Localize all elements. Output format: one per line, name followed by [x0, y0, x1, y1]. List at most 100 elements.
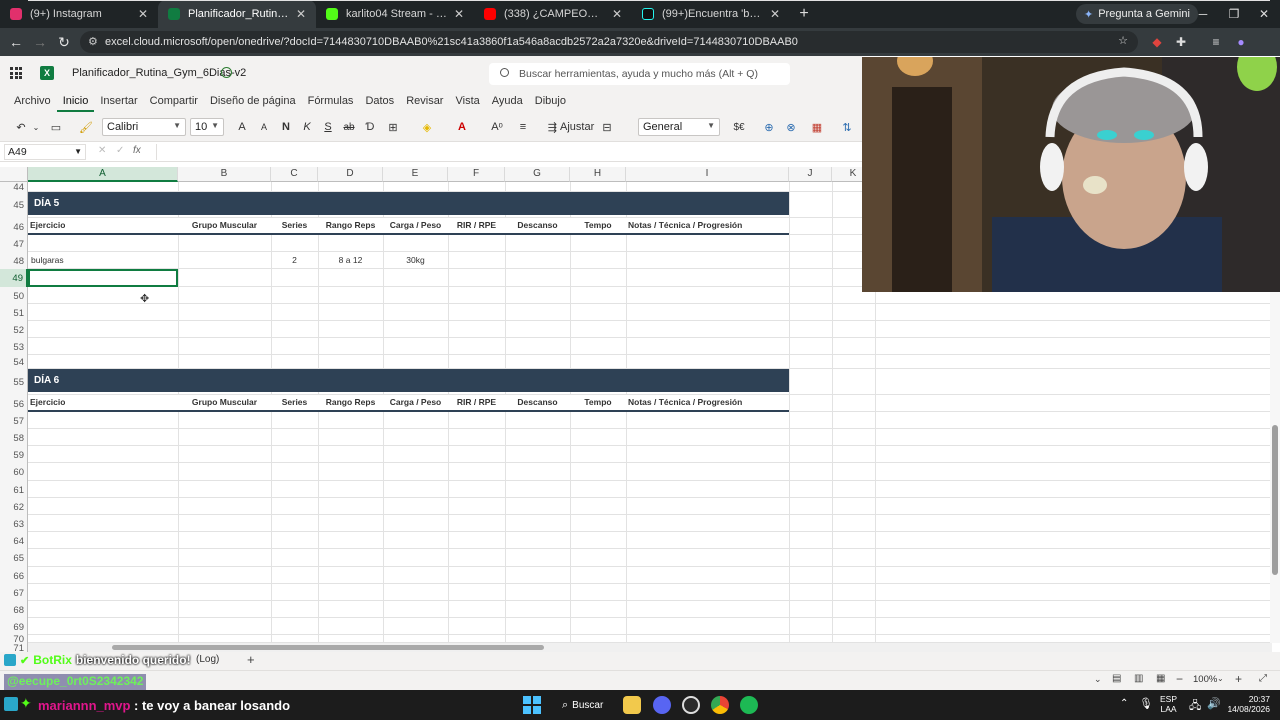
number-format-select[interactable]: General ▼ — [638, 118, 720, 136]
merge-cells-icon[interactable]: ⊟ — [600, 119, 614, 135]
spotify-icon[interactable] — [740, 696, 758, 714]
row-header-51[interactable]: 51 — [0, 304, 28, 321]
undo-icon[interactable]: ↶ — [14, 119, 28, 135]
align-icon[interactable]: ≡ — [516, 119, 530, 135]
column-header-a[interactable]: A — [28, 167, 178, 182]
day6-title[interactable]: DÍA 6 — [28, 369, 789, 392]
wrap-text-button[interactable]: ⇶ Ajustar — [547, 119, 595, 135]
row-header-48[interactable]: 48 — [0, 252, 28, 269]
cell-a48[interactable]: bulgaras — [31, 252, 64, 269]
row-header-45[interactable]: 45 — [0, 192, 28, 218]
header-grupo-muscular[interactable]: Grupo Muscular — [178, 395, 271, 410]
close-window-icon[interactable]: ✕ — [1248, 0, 1280, 28]
browser-tab-kick[interactable]: karlito04 Stream - Kick Dashbo ✕ — [316, 0, 474, 28]
row-header-61[interactable]: 61 — [0, 481, 28, 498]
fill-color-icon[interactable]: ◈ — [420, 119, 434, 135]
forward-icon[interactable]: → — [28, 30, 52, 54]
column-header-d[interactable]: D — [318, 167, 383, 182]
chevron-down-icon[interactable]: ⌄ — [1094, 674, 1102, 685]
obs-icon[interactable] — [682, 696, 700, 714]
cell-d48[interactable]: 8 a 12 — [318, 252, 383, 269]
add-sheet-button[interactable]: + — [247, 652, 255, 667]
column-header-g[interactable]: G — [505, 167, 570, 182]
sort-filter-icon[interactable]: ⇅ — [840, 119, 854, 135]
strikethrough-button[interactable]: ab — [342, 119, 356, 135]
file-explorer-icon[interactable] — [623, 696, 641, 714]
font-family-select[interactable]: Calibri ▼ — [102, 118, 186, 136]
header-rir-rpe[interactable]: RIR / RPE — [448, 395, 505, 410]
row-header-69[interactable]: 69 — [0, 618, 28, 635]
column-header-f[interactable]: F — [448, 167, 505, 182]
active-cell-a49[interactable] — [28, 269, 178, 287]
header-ejercicio[interactable]: Ejercicio — [30, 218, 65, 233]
row-header-57[interactable]: 57 — [0, 412, 28, 429]
column-header-c[interactable]: C — [271, 167, 318, 182]
row-header-53[interactable]: 53 — [0, 338, 28, 355]
header-tempo[interactable]: Tempo — [570, 218, 626, 233]
menu-ayuda[interactable]: Ayuda — [486, 90, 529, 112]
row-header-62[interactable]: 62 — [0, 498, 28, 515]
copilot-icon[interactable]: ✦ — [20, 695, 32, 712]
row-header-49[interactable]: 49 — [0, 269, 28, 287]
formula-input[interactable] — [156, 144, 856, 160]
header-descanso[interactable]: Descanso — [505, 395, 570, 410]
maximize-icon[interactable]: ❐ — [1218, 0, 1250, 28]
fullscreen-icon[interactable]: ⤢ — [1259, 673, 1267, 684]
menu-compartir[interactable]: Compartir — [144, 90, 204, 112]
menu-formulas[interactable]: Fórmulas — [302, 90, 360, 112]
column-header-b[interactable]: B — [178, 167, 271, 182]
header-descanso[interactable]: Descanso — [505, 218, 570, 233]
close-tab-icon[interactable]: ✕ — [452, 7, 466, 21]
day5-title[interactable]: DÍA 5 — [28, 192, 789, 215]
row-header-60[interactable]: 60 — [0, 463, 28, 481]
volume-icon[interactable]: 🔊 — [1207, 697, 1221, 710]
double-underline-icon[interactable]: Ɗ — [364, 119, 376, 135]
conditional-format-icon[interactable]: ⊕ — [762, 119, 776, 135]
row-header-56[interactable]: 56 — [0, 395, 28, 412]
chevron-down-icon[interactable]: ⌄ — [1217, 674, 1224, 683]
app-launcher-icon[interactable] — [10, 67, 22, 79]
widget-icon[interactable] — [4, 697, 18, 711]
minimize-icon[interactable]: ─ — [1187, 0, 1219, 28]
menu-inicio[interactable]: Inicio — [56, 90, 95, 112]
row-header-50[interactable]: 50 — [0, 287, 28, 304]
zoom-out-icon[interactable]: − — [1176, 672, 1183, 686]
row-header-58[interactable]: 58 — [0, 429, 28, 446]
row-header-52[interactable]: 52 — [0, 321, 28, 338]
browser-tab-youtube[interactable]: (338) ¿CAMPEONATO DE FARM ✕ — [474, 0, 632, 28]
zoom-level[interactable]: 100% — [1193, 674, 1217, 685]
horizontal-scrollbar[interactable] — [28, 643, 1272, 652]
format-painter-icon[interactable]: 🖌 — [79, 119, 93, 135]
clock[interactable]: 20:37 14/08/2026 — [1226, 694, 1270, 714]
name-box[interactable]: A49 ▼ — [4, 144, 86, 160]
menu-vista[interactable]: Vista — [449, 90, 485, 112]
row-header-47[interactable]: 47 — [0, 235, 28, 252]
header-carga-peso[interactable]: Carga / Peso — [383, 395, 448, 410]
back-icon[interactable]: ← — [4, 30, 28, 54]
grow-font-icon[interactable]: A — [236, 119, 248, 135]
extensions-puzzle-icon[interactable]: ✚ — [1170, 30, 1192, 54]
header-series[interactable]: Series — [271, 395, 318, 410]
chevron-up-icon[interactable]: ⌃ — [1120, 698, 1128, 709]
header-series[interactable]: Series — [271, 218, 318, 233]
vertical-scroll-thumb[interactable] — [1272, 425, 1278, 575]
discord-icon[interactable] — [653, 696, 671, 714]
header-rir-rpe[interactable]: RIR / RPE — [448, 218, 505, 233]
column-header-j[interactable]: J — [789, 167, 832, 182]
row-header-55[interactable]: 55 — [0, 369, 28, 395]
row-header-46[interactable]: 46 — [0, 218, 28, 235]
microphone-icon[interactable]: 🎙 — [1139, 697, 1153, 710]
sheet-tab-log[interactable]: (Log) — [196, 654, 219, 665]
column-header-h[interactable]: H — [570, 167, 626, 182]
ask-gemini-button[interactable]: ✦ Pregunta a Gemini — [1076, 4, 1198, 24]
header-grupo-muscular[interactable]: Grupo Muscular — [178, 218, 271, 233]
media-icon[interactable]: ≡ — [1205, 30, 1227, 54]
close-tab-icon[interactable]: ✕ — [610, 7, 624, 21]
header-rango-reps[interactable]: Rango Reps — [318, 395, 383, 410]
network-icon[interactable]: 🖧 — [1189, 697, 1201, 716]
paste-icon[interactable]: ▭ — [49, 119, 63, 135]
header-carga-peso[interactable]: Carga / Peso — [383, 218, 448, 233]
chrome-icon[interactable] — [711, 696, 729, 714]
extension-icon[interactable]: ◆ — [1146, 30, 1168, 54]
menu-insertar[interactable]: Insertar — [94, 90, 143, 112]
